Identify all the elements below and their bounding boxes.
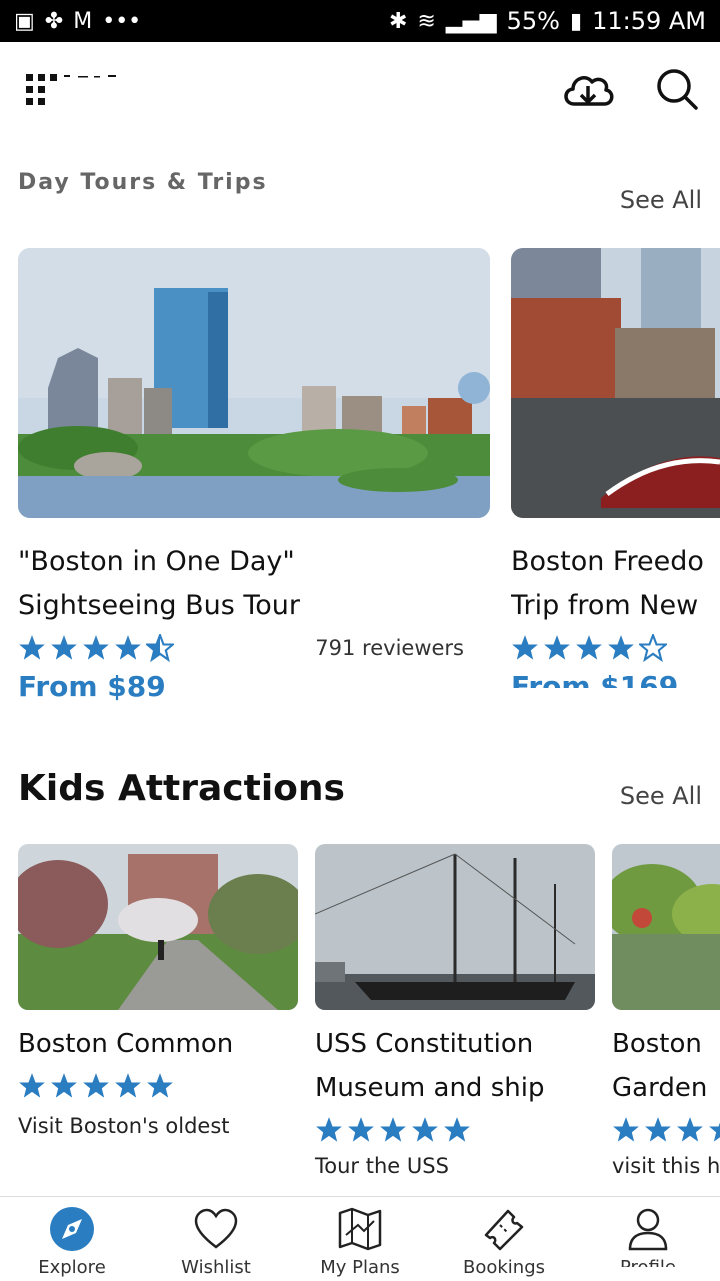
nav-item-profile[interactable]: Profile <box>576 1197 720 1281</box>
attraction-card[interactable]: Boston Garden visit this h <box>612 844 720 1178</box>
attraction-image-boston-garden[interactable] <box>612 844 720 1010</box>
tour-image-boston-harbor[interactable] <box>511 248 720 518</box>
bluetooth-icon: ✱ <box>388 8 408 34</box>
star-full-icon <box>608 635 634 660</box>
nav-label: Profile <box>576 1257 720 1267</box>
star-full-icon <box>645 1117 671 1142</box>
review-count: 791 reviewers <box>315 636 464 660</box>
star-full-icon <box>677 1117 703 1142</box>
star-half-icon <box>146 634 174 662</box>
map-icon <box>338 1207 382 1251</box>
attraction-description: Tour the USS <box>315 1154 449 1178</box>
attraction-title-line2: Museum and ship <box>315 1073 545 1103</box>
section-title-kids: Kids Attractions <box>18 768 345 809</box>
heart-icon <box>194 1208 238 1249</box>
fan-icon: ✤ <box>44 8 64 34</box>
tour-title-line1: "Boston in One Day" <box>18 546 295 577</box>
ticket-icon <box>484 1209 524 1251</box>
attraction-card[interactable]: Boston Common Visit Boston's oldest <box>18 844 298 1138</box>
battery-icon: ▮ <box>569 8 583 34</box>
price-label: From $169 <box>511 670 679 688</box>
status-bar: ▣ ✤ M ••• ✱ ≋ ▂▄▆ 55% ▮ 11:59 AM <box>0 0 720 42</box>
wifi-icon: ≋ <box>417 8 436 34</box>
star-full-icon <box>19 1073 45 1098</box>
attraction-title: Boston Common <box>18 1029 234 1059</box>
star-full-icon <box>512 635 538 660</box>
star-full-icon <box>83 1073 109 1098</box>
attraction-title-line2: Garden <box>612 1073 708 1103</box>
star-full-icon <box>412 1117 438 1142</box>
star-full-icon <box>19 635 45 660</box>
attraction-card[interactable]: USS Constitution Museum and ship Tour th… <box>315 844 595 1178</box>
attraction-title-line1: USS Constitution <box>315 1029 534 1059</box>
search-icon[interactable] <box>654 66 700 112</box>
star-empty-icon <box>639 634 667 662</box>
star-full-icon <box>115 635 141 660</box>
user-icon <box>628 1208 668 1251</box>
tour-title-line2: Sightseeing Bus Tour <box>18 590 301 621</box>
tour-card-clip: Boston Freedo Trip from New From $169 <box>511 248 720 688</box>
battery-percent: 55% <box>506 7 560 35</box>
rating-stars <box>18 1070 298 1102</box>
star-full-icon <box>613 1117 639 1142</box>
section-title-day-tours: Day Tours & Trips <box>18 170 268 195</box>
rating-stars <box>315 1114 595 1146</box>
image-icon: ▣ <box>14 8 35 34</box>
rating-stars <box>511 632 720 664</box>
star-full-icon <box>316 1117 342 1142</box>
price-label: From $89 <box>18 670 166 703</box>
star-full-icon <box>83 635 109 660</box>
app-logo[interactable] <box>24 72 124 108</box>
nav-item-bookings[interactable]: Bookings <box>432 1197 576 1281</box>
signal-icon: ▂▄▆ <box>445 8 497 34</box>
more-dots-icon: ••• <box>102 8 142 34</box>
nav-label: Explore <box>38 1257 106 1278</box>
compass-icon <box>50 1207 94 1251</box>
gmail-icon: M <box>73 8 93 34</box>
nav-label: Bookings <box>462 1257 545 1278</box>
star-full-icon <box>51 1073 77 1098</box>
tour-image-boston-skyline[interactable] <box>18 248 490 518</box>
star-full-icon <box>380 1117 406 1142</box>
attraction-image-uss-constitution[interactable] <box>315 844 595 1010</box>
star-full-icon <box>115 1073 141 1098</box>
attraction-description: Visit Boston's oldest <box>18 1114 230 1138</box>
tour-card[interactable]: "Boston in One Day" Sightseeing Bus Tour… <box>18 248 490 703</box>
attraction-card-clip: Boston Garden visit this h <box>612 844 720 1192</box>
star-full-icon <box>709 1122 720 1142</box>
star-full-icon <box>147 1073 173 1098</box>
star-full-icon <box>348 1117 374 1142</box>
nav-item-my-plans[interactable]: My Plans <box>288 1197 432 1281</box>
nav-label: Wishlist <box>181 1257 251 1278</box>
tour-title-line2: Trip from New <box>511 590 699 621</box>
star-full-icon <box>576 635 602 660</box>
tour-title-line1: Boston Freedo <box>511 546 704 577</box>
attraction-image-boston-common[interactable] <box>18 844 298 1010</box>
star-full-icon <box>544 635 570 660</box>
tour-card[interactable]: Boston Freedo Trip from New From $169 <box>511 248 720 688</box>
status-time: 11:59 AM <box>592 7 706 35</box>
see-all-kids[interactable]: See All <box>620 782 702 810</box>
see-all-day-tours[interactable]: See All <box>620 186 702 214</box>
nav-label: My Plans <box>320 1257 400 1278</box>
nav-item-wishlist[interactable]: Wishlist <box>144 1197 288 1281</box>
attraction-title-line1: Boston <box>612 1029 702 1059</box>
attraction-description: visit this h <box>612 1154 720 1178</box>
star-full-icon <box>444 1117 470 1142</box>
star-full-icon <box>51 635 77 660</box>
bottom-nav: Explore Wishlist My Plans Bookings Profi… <box>0 1196 720 1281</box>
nav-item-explore[interactable]: Explore <box>0 1197 144 1281</box>
cloud-download-icon[interactable] <box>560 66 616 116</box>
rating-stars <box>612 1114 720 1146</box>
